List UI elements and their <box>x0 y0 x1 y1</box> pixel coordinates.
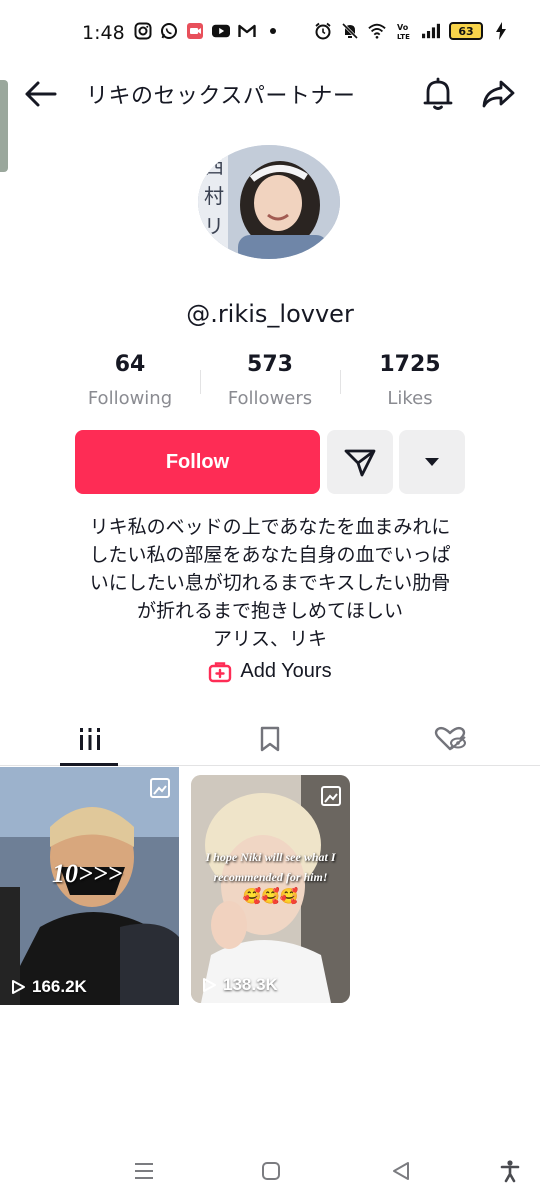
accessibility-icon <box>500 1160 520 1183</box>
view-count: 138.3K <box>201 975 278 995</box>
alarm-icon <box>314 22 332 40</box>
stat-value: 1725 <box>379 352 441 377</box>
page-title: リキのセックスパートナー <box>86 84 356 109</box>
status-time: 1:48 <box>82 22 125 44</box>
stat-value: 64 <box>114 352 146 377</box>
gmail-icon <box>238 22 256 40</box>
screen-record-icon <box>186 22 204 40</box>
share-button[interactable] <box>478 74 518 114</box>
accessibility-button[interactable] <box>497 1158 523 1184</box>
bio-line: が折れるまで抱きしめてほしい <box>136 600 403 622</box>
svg-text:Vo: Vo <box>397 23 409 32</box>
home-square-icon <box>262 1162 280 1180</box>
video-thumbnail[interactable]: 10>>> 166.2K <box>0 767 179 1005</box>
stat-likes[interactable]: 1725 Likes <box>340 352 480 416</box>
back-triangle-icon <box>393 1162 409 1180</box>
stat-following[interactable]: 64 Following <box>60 352 200 416</box>
battery-level: 63 <box>458 24 474 38</box>
message-button[interactable] <box>327 430 393 494</box>
signal-icon <box>422 22 440 40</box>
wifi-icon <box>368 22 386 40</box>
stat-label: Following <box>87 388 173 409</box>
profile-stats: 64 Following 573 Followers 1725 Likes <box>60 352 480 416</box>
system-navigation-bar <box>0 1140 540 1200</box>
svg-text:LTE: LTE <box>397 33 410 40</box>
recent-apps-button[interactable] <box>131 1158 157 1184</box>
battery-icon: 63 <box>449 22 483 40</box>
profile-avatar[interactable]: 西 村 リ <box>198 145 340 259</box>
tab-videos[interactable] <box>0 712 180 766</box>
bookmark-icon <box>260 726 280 751</box>
stat-value: 573 <box>247 352 293 377</box>
menu-lines-icon <box>135 1163 153 1179</box>
video-thumbnail[interactable]: I hope Niki will see what I recommended … <box>181 767 360 1005</box>
back-arrow-icon <box>25 81 57 107</box>
send-message-icon <box>344 449 376 477</box>
bio-line: したい私の部屋をあなた自身の血でいっぱ <box>89 544 451 566</box>
notification-bell-button[interactable] <box>418 74 458 114</box>
video-emoji: 🥰🥰🥰 <box>242 887 299 905</box>
pinned-icon <box>321 786 341 806</box>
bell-icon <box>423 77 453 110</box>
svg-text:西: 西 <box>204 154 224 178</box>
play-icon <box>203 978 216 992</box>
tab-favorites[interactable] <box>180 712 360 765</box>
stat-followers[interactable]: 573 Followers <box>200 352 340 416</box>
profile-username: @.rikis_lovver <box>186 300 354 328</box>
grid-icon <box>80 727 100 750</box>
whatsapp-icon <box>160 22 178 40</box>
bio-line: リキ私のベッドの上であなたを血まみれに <box>89 516 451 538</box>
volte-icon: Vo LTE <box>395 22 413 40</box>
follow-button[interactable]: Follow <box>75 430 320 494</box>
more-options-button[interactable] <box>399 430 465 494</box>
notification-icons <box>134 22 282 40</box>
add-yours-link[interactable]: Add Yours <box>0 660 540 683</box>
svg-text:村: 村 <box>204 184 224 208</box>
video-caption: I hope Niki will see what I recommended … <box>205 850 336 884</box>
status-bar: 1:48 Vo LTE 63 <box>0 0 540 68</box>
add-yours-icon <box>209 661 232 682</box>
home-button[interactable] <box>258 1158 284 1184</box>
profile-bio: リキ私のベッドの上であなたを血まみれに したい私の部屋をあなた自身の血でいっぱ … <box>40 513 500 653</box>
view-count: 166.2K <box>10 977 87 997</box>
stat-label: Followers <box>227 388 313 409</box>
charging-icon <box>492 22 510 40</box>
caret-down-icon <box>425 458 439 466</box>
video-caption: 10>>> <box>52 859 123 888</box>
pinned-icon <box>150 778 170 798</box>
add-yours-label: Add Yours <box>240 660 332 682</box>
bio-line: アリス、リキ <box>212 628 327 650</box>
instagram-icon <box>134 22 152 40</box>
video-grid: 10>>> 166.2K I hope Niki will see what I… <box>0 767 540 1005</box>
stat-label: Likes <box>387 388 433 409</box>
youtube-icon <box>212 22 230 40</box>
dot-icon <box>264 22 282 40</box>
profile-tabs <box>0 712 540 766</box>
profile-header: リキのセックスパートナー <box>0 68 540 120</box>
back-nav-button[interactable] <box>388 1158 414 1184</box>
svg-text:リ: リ <box>204 214 224 238</box>
bio-line: いにしたい息が切れるまでキスしたい肋骨 <box>89 572 451 594</box>
tab-liked[interactable] <box>360 712 540 765</box>
view-count-value: 138.3K <box>223 975 278 994</box>
hidden-heart-icon <box>434 726 466 750</box>
system-icons: Vo LTE 63 <box>314 22 510 40</box>
mute-icon <box>341 22 359 40</box>
view-count-value: 166.2K <box>32 977 87 996</box>
back-button[interactable] <box>20 76 60 112</box>
play-icon <box>12 980 25 994</box>
share-arrow-icon <box>482 80 515 108</box>
thumbnail-image: I hope Niki will see what I recommended … <box>191 775 350 1003</box>
